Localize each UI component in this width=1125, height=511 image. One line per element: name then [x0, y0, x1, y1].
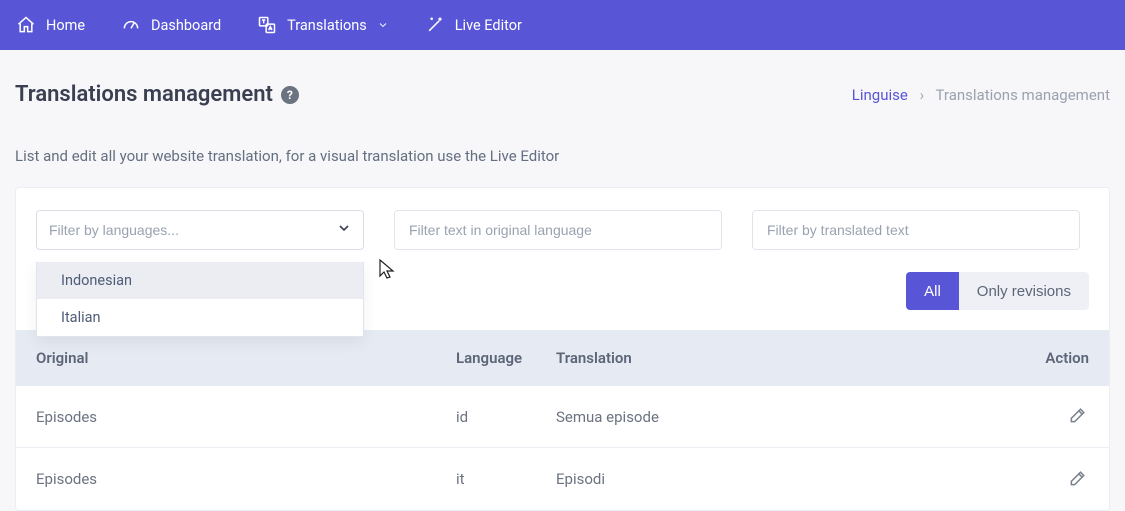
cell-translation: Semua episode — [556, 408, 1009, 426]
language-option-italian[interactable]: Italian — [37, 299, 363, 336]
breadcrumb-current: Translations management — [936, 86, 1110, 104]
nav-translations[interactable]: Translations — [253, 9, 393, 41]
translated-text-filter[interactable] — [752, 210, 1080, 250]
cell-language: it — [456, 470, 556, 488]
th-language: Language — [456, 349, 556, 367]
th-action: Action — [1009, 349, 1089, 367]
toggle-revisions[interactable]: Only revisions — [959, 272, 1089, 310]
nav-live-editor-label: Live Editor — [455, 17, 522, 34]
language-dropdown: Indonesian Italian — [36, 262, 364, 337]
nav-home[interactable]: Home — [12, 9, 89, 41]
page-subtitle: List and edit all your website translati… — [15, 147, 1110, 165]
language-filter[interactable] — [36, 210, 364, 250]
nav-dashboard-label: Dashboard — [151, 17, 221, 34]
th-original: Original — [36, 349, 456, 367]
toggle-all[interactable]: All — [906, 272, 959, 310]
cell-original: Episodes — [36, 470, 456, 488]
chevron-down-icon — [377, 19, 389, 31]
cell-language: id — [456, 408, 556, 426]
language-option-indonesian[interactable]: Indonesian — [37, 262, 363, 299]
cell-translation: Episodi — [556, 470, 1009, 488]
th-translation: Translation — [556, 349, 1009, 367]
wand-icon — [425, 15, 445, 35]
filter-panel: Indonesian Italian All Only revisions Or… — [15, 187, 1110, 511]
table-header: Original Language Translation Action — [16, 330, 1109, 386]
cell-original: Episodes — [36, 408, 456, 426]
translate-icon — [257, 15, 277, 35]
page-title: Translations management ? — [15, 82, 299, 107]
revision-toggle: All Only revisions — [906, 272, 1089, 310]
nav-live-editor[interactable]: Live Editor — [421, 9, 526, 41]
language-filter-input[interactable] — [36, 210, 364, 250]
edit-button[interactable] — [1067, 404, 1089, 426]
gauge-icon — [121, 15, 141, 35]
nav-dashboard[interactable]: Dashboard — [117, 9, 225, 41]
home-icon — [16, 15, 36, 35]
help-icon[interactable]: ? — [281, 86, 299, 104]
translations-table: Original Language Translation Action Epi… — [16, 330, 1109, 510]
page-title-text: Translations management — [15, 82, 273, 107]
top-nav: Home Dashboard Translations Live Editor — [0, 0, 1125, 50]
breadcrumb-root[interactable]: Linguise — [852, 86, 908, 104]
chevron-right-icon: › — [920, 86, 925, 104]
breadcrumb: Linguise › Translations management — [852, 86, 1110, 104]
nav-home-label: Home — [46, 17, 85, 34]
table-row: Episodes id Semua episode — [16, 386, 1109, 448]
nav-translations-label: Translations — [287, 17, 367, 34]
edit-button[interactable] — [1067, 467, 1089, 489]
original-text-filter[interactable] — [394, 210, 722, 250]
